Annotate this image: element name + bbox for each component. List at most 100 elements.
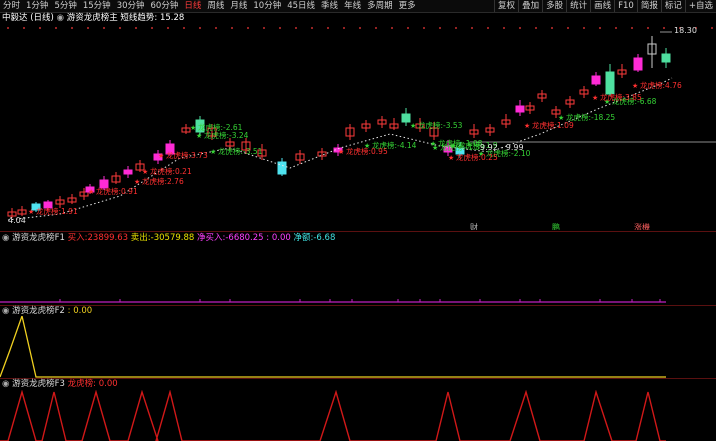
top-dot (343, 27, 345, 29)
top-dot (567, 27, 569, 29)
top-dot (295, 27, 297, 29)
netamt-label: 净额: (293, 233, 314, 243)
top-dot (7, 27, 9, 29)
top-dot (375, 27, 377, 29)
annotation-green: 龙虎榜:-3.53 (418, 120, 463, 130)
tool-button[interactable]: 画线 (590, 0, 614, 12)
settings-icon[interactable]: ◉ (57, 13, 64, 23)
top-dot (439, 27, 441, 29)
period-tab[interactable]: 60分钟 (148, 0, 182, 12)
pane2-chart (0, 316, 666, 378)
pane2-title[interactable]: 游资龙虎榜F2 (12, 306, 65, 316)
candle-body[interactable] (591, 75, 601, 85)
tool-button[interactable]: 标记 (660, 0, 685, 12)
annotation-green: 龙虎榜:-3.24 (204, 130, 249, 140)
top-dot (711, 27, 713, 29)
top-dot (327, 27, 329, 29)
netbuy-value: -6680.25 : 0.00 (225, 233, 291, 243)
buy-label: 买入: (67, 233, 88, 243)
period-tab[interactable]: 更多 (396, 0, 419, 12)
period-tab[interactable]: 年线 (341, 0, 364, 12)
main-chart-title: 中毅达 (日线) ◉ 游资龙虎榜主 短线趋势: 15.28 (2, 13, 184, 24)
period-tab[interactable]: 30分钟 (114, 0, 148, 12)
tool-button[interactable]: +自选 (684, 0, 716, 12)
bottom-marker: 财 (470, 222, 478, 230)
trend-value: 15.28 (159, 13, 185, 23)
top-dot (71, 27, 73, 29)
star-icon: ★ (632, 82, 638, 90)
settings-icon[interactable]: ◉ (2, 306, 9, 316)
tool-button[interactable]: 复权 (494, 0, 518, 12)
top-dot (535, 27, 537, 29)
bottom-marker: 鹏 (552, 222, 560, 230)
tool-button[interactable]: 简报 (636, 0, 661, 12)
period-tab[interactable]: 月线 (227, 0, 250, 12)
top-dot (23, 27, 25, 29)
top-dot (599, 27, 601, 29)
annotation-green: 龙虎榜:-3.51 (218, 146, 263, 156)
period-tab[interactable]: 10分钟 (250, 0, 284, 12)
candle-body[interactable] (515, 105, 525, 113)
star-icon: ★ (158, 152, 164, 160)
star-icon: ★ (338, 148, 344, 156)
top-dot (167, 27, 169, 29)
top-dot (183, 27, 185, 29)
annotation-red: 龙虎榜:3.73 (166, 150, 208, 160)
settings-icon[interactable]: ◉ (2, 233, 9, 243)
annotation-red: 龙虎榜:0.91 (96, 186, 138, 196)
tool-button[interactable]: F10 (614, 0, 637, 12)
indicator-title[interactable]: 游资龙虎榜主 (67, 13, 118, 23)
star-icon: ★ (190, 124, 196, 132)
top-dot (119, 27, 121, 29)
candle-body[interactable] (123, 169, 133, 175)
candle-body[interactable] (605, 71, 615, 95)
period-tab[interactable]: 45日线 (284, 0, 318, 12)
candle-body[interactable] (277, 161, 287, 175)
tool-button[interactable]: 多股 (542, 0, 566, 12)
top-dot (471, 27, 473, 29)
period-tab[interactable]: 季线 (318, 0, 341, 12)
top-dot (263, 27, 265, 29)
candlestick-chart[interactable]: 龙虎榜:-2.61★龙虎榜:-3.24★龙虎榜:-3.51★龙虎榜:-3.53★… (0, 24, 716, 230)
top-dot (215, 27, 217, 29)
top-dot (359, 27, 361, 29)
sell-value: -30579.88 (150, 233, 195, 243)
pane2-value: : 0.00 (67, 306, 93, 316)
star-icon: ★ (134, 178, 140, 186)
pane3-label: 龙虎榜: (67, 379, 97, 389)
tool-button[interactable]: 统计 (566, 0, 590, 12)
pane3-chart (0, 390, 666, 441)
star-icon: ★ (430, 140, 436, 148)
candle-body[interactable] (661, 53, 671, 63)
trend-label: 短线趋势: (120, 13, 158, 23)
annotation-red: 龙虎榜:0.95 (346, 146, 388, 156)
settings-icon[interactable]: ◉ (2, 379, 9, 389)
period-tab[interactable]: 分时 (0, 0, 23, 12)
star-icon: ★ (524, 122, 530, 130)
period-label: (日线) (30, 13, 54, 23)
pane3-header: ◉ 游资龙虎榜F3 龙虎榜: 0.00 (2, 379, 118, 390)
period-tab[interactable]: 5分钟 (51, 0, 79, 12)
annotation-red: 龙虎榜:0.25 (456, 152, 498, 162)
annotation-red: 龙虎榜:4.76 (640, 80, 682, 90)
period-tab[interactable]: 日线 (181, 0, 204, 12)
top-dot (279, 27, 281, 29)
top-dot (615, 27, 617, 29)
top-dot (407, 27, 409, 29)
stock-name: 中毅达 (2, 13, 28, 23)
top-dot (647, 27, 649, 29)
period-tab[interactable]: 1分钟 (23, 0, 51, 12)
candle-body[interactable] (633, 57, 643, 71)
pane3-value: 0.00 (98, 379, 118, 389)
annotation-red: 龙虎榜:0.21 (150, 166, 192, 176)
pane1-title[interactable]: 游资龙虎榜F1 (12, 233, 65, 243)
netbuy-label: 净买入: (196, 233, 226, 243)
top-dot (135, 27, 137, 29)
pane3-title[interactable]: 游资龙虎榜F3 (12, 379, 65, 389)
star-icon: ★ (88, 188, 94, 196)
tool-button[interactable]: 叠加 (518, 0, 542, 12)
period-tab[interactable]: 15分钟 (80, 0, 114, 12)
period-tab[interactable]: 周线 (204, 0, 227, 12)
period-tab[interactable]: 多周期 (364, 0, 396, 12)
candle-body[interactable] (401, 113, 411, 123)
